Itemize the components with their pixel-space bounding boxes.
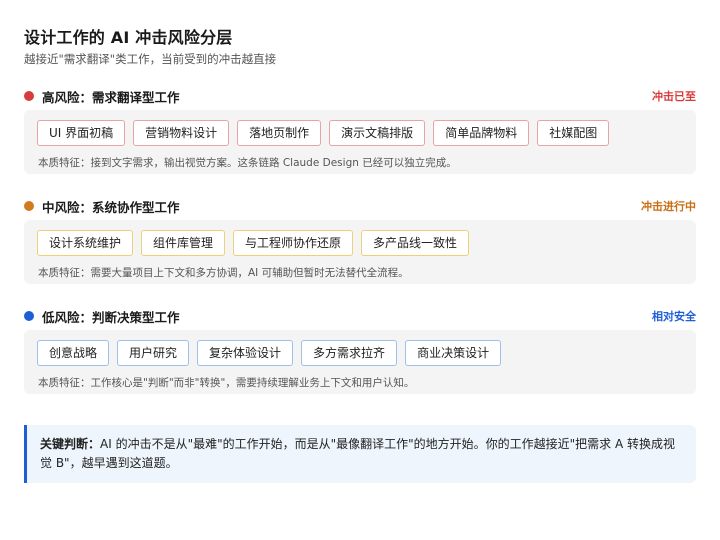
blue-dot-icon (24, 311, 34, 321)
task-chip: 营销物料设计 (133, 120, 230, 146)
task-chip: 多产品线一致性 (361, 230, 470, 256)
task-chip: 商业决策设计 (405, 340, 502, 366)
task-chip: 创意战略 (37, 340, 110, 366)
tier-panel: 设计系统维护 组件库管理 与工程师协作还原 多产品线一致性 本质特征：需要大量项… (24, 220, 696, 284)
task-chip: 社媒配图 (537, 120, 610, 146)
tier-header: 低风险：判断决策型工作 相对安全 (24, 306, 696, 326)
tier-header: 中风险：系统协作型工作 冲击进行中 (24, 196, 696, 216)
callout-label: 关键判断： (40, 437, 101, 451)
tier-medium-risk: 中风险：系统协作型工作 冲击进行中 设计系统维护 组件库管理 与工程师协作还原 … (24, 196, 696, 284)
tier-note: 本质特征：工作核心是"判断"而非"转换"，需要持续理解业务上下文和用户认知。 (38, 377, 415, 389)
tier-high-risk: 高风险：需求翻译型工作 冲击已至 UI 界面初稿 营销物料设计 落地页制作 演示… (24, 86, 696, 174)
page-title: 设计工作的 AI 冲击风险分层 (24, 28, 233, 47)
tier-panel: UI 界面初稿 营销物料设计 落地页制作 演示文稿排版 简单品牌物料 社媒配图 … (24, 110, 696, 174)
task-chip: 演示文稿排版 (329, 120, 426, 146)
key-judgment-callout: 关键判断：AI 的冲击不是从"最难"的工作开始，而是从"最像翻译工作"的地方开始… (24, 425, 696, 483)
red-dot-icon (24, 91, 34, 101)
tier-title: 高风险：需求翻译型工作 (42, 90, 180, 105)
task-chip: 组件库管理 (141, 230, 226, 256)
tier-header: 高风险：需求翻译型工作 冲击已至 (24, 86, 696, 106)
task-chip: 多方需求拉齐 (301, 340, 398, 366)
chip-row: 设计系统维护 组件库管理 与工程师协作还原 多产品线一致性 (37, 230, 470, 256)
chip-row: UI 界面初稿 营销物料设计 落地页制作 演示文稿排版 简单品牌物料 社媒配图 (37, 120, 610, 146)
task-chip: UI 界面初稿 (37, 120, 126, 146)
callout-text: AI 的冲击不是从"最难"的工作开始，而是从"最像翻译工作"的地方开始。你的工作… (40, 437, 676, 470)
tier-status-badge: 冲击进行中 (641, 200, 696, 213)
tier-title: 中风险：系统协作型工作 (42, 200, 180, 215)
task-chip: 复杂体验设计 (197, 340, 294, 366)
task-chip: 简单品牌物料 (433, 120, 530, 146)
page-subtitle: 越接近"需求翻译"类工作，当前受到的冲击越直接 (24, 52, 277, 66)
task-chip: 落地页制作 (237, 120, 322, 146)
tier-status-badge: 冲击已至 (652, 90, 696, 103)
tier-status-badge: 相对安全 (652, 310, 696, 323)
tier-panel: 创意战略 用户研究 复杂体验设计 多方需求拉齐 商业决策设计 本质特征：工作核心… (24, 330, 696, 394)
tier-note: 本质特征：需要大量项目上下文和多方协调，AI 可辅助但暂时无法替代全流程。 (38, 267, 409, 279)
task-chip: 用户研究 (117, 340, 190, 366)
tier-title: 低风险：判断决策型工作 (42, 310, 180, 325)
tier-low-risk: 低风险：判断决策型工作 相对安全 创意战略 用户研究 复杂体验设计 多方需求拉齐… (24, 306, 696, 394)
task-chip: 设计系统维护 (37, 230, 134, 256)
task-chip: 与工程师协作还原 (233, 230, 354, 256)
chip-row: 创意战略 用户研究 复杂体验设计 多方需求拉齐 商业决策设计 (37, 340, 502, 366)
orange-dot-icon (24, 201, 34, 211)
tier-note: 本质特征：接到文字需求，输出视觉方案。这条链路 Claude Design 已经… (38, 157, 457, 169)
